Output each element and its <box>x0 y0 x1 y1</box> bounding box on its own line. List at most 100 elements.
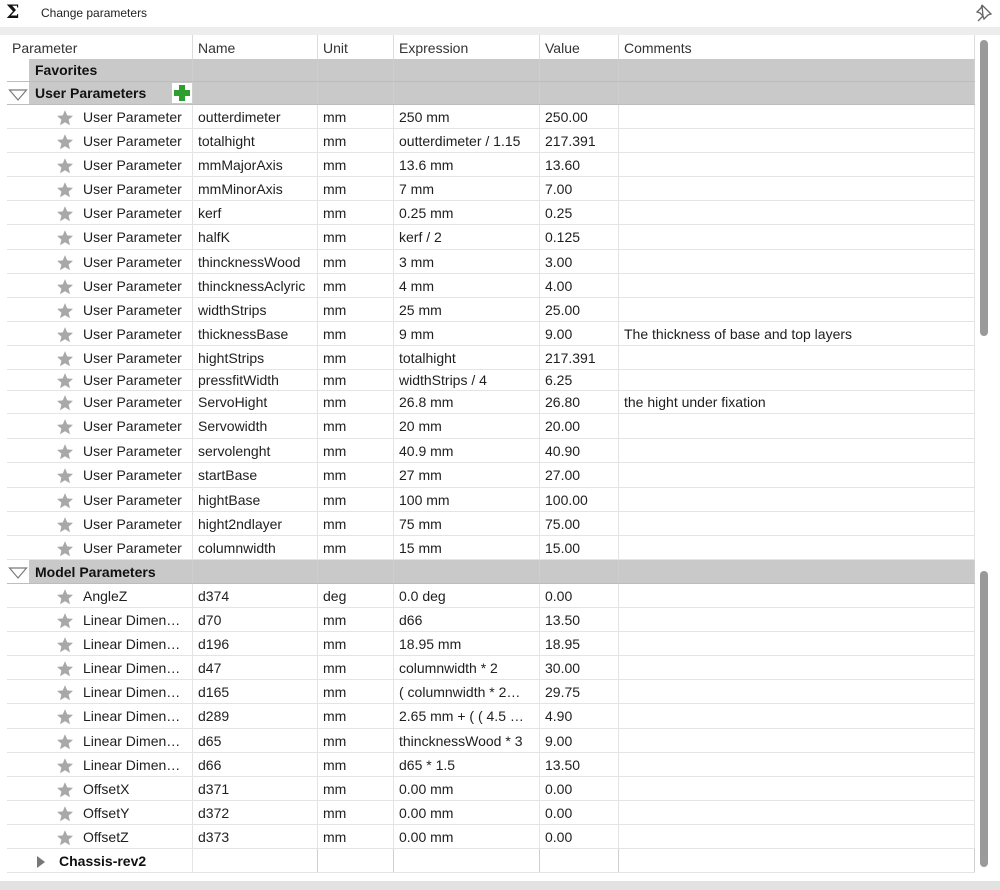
favorite-star-icon[interactable] <box>56 660 74 680</box>
cell-name[interactable]: hightStrips <box>198 350 264 366</box>
user-parameter-row[interactable]: User Parameter hightStrips mm totalhight 217… <box>7 346 975 370</box>
cell-name[interactable]: startBase <box>198 467 257 483</box>
cell-name[interactable]: Servowidth <box>198 418 267 434</box>
cell-expression[interactable]: totalhight <box>399 350 456 366</box>
favorite-star-icon[interactable] <box>56 757 74 777</box>
user-parameter-row[interactable]: User Parameter columnwidth mm 15 mm 15.00 <box>7 536 975 560</box>
favorite-star-icon[interactable] <box>56 418 74 438</box>
favorite-star-icon[interactable] <box>56 781 74 801</box>
user-parameter-row[interactable]: User Parameter halfK mm kerf / 2 0.125 <box>7 225 975 250</box>
vertical-scrollbar[interactable] <box>975 35 1000 873</box>
favorite-star-icon[interactable] <box>56 733 74 753</box>
model-parameter-row[interactable]: Linear Dimen… d70 mm d66 13.50 <box>7 608 975 632</box>
favorite-star-icon[interactable] <box>56 205 74 225</box>
cell-name[interactable]: d47 <box>198 660 221 676</box>
cell-expression[interactable]: d65 * 1.5 <box>399 757 455 773</box>
model-parameter-row[interactable]: Linear Dimen… d47 mm columnwidth * 2 30.00 <box>7 656 975 680</box>
favorite-star-icon[interactable] <box>56 636 74 656</box>
cell-expression[interactable]: ( columnwidth * 2… <box>399 684 520 700</box>
favorite-star-icon[interactable] <box>56 133 74 153</box>
user-parameter-row[interactable]: User Parameter totalhight mm outterdimeter … <box>7 129 975 153</box>
column-header-value[interactable]: Value <box>540 35 619 59</box>
collapsed-triangle-icon[interactable] <box>36 855 46 872</box>
cell-name[interactable]: outterdimeter <box>198 109 280 125</box>
cell-expression[interactable]: 3 mm <box>399 254 434 270</box>
add-user-parameter-plus-icon[interactable] <box>172 83 192 103</box>
cell-name[interactable]: d65 <box>198 733 221 749</box>
cell-name[interactable]: pressfitWidth <box>198 372 279 388</box>
cell-name[interactable]: hightBase <box>198 492 260 508</box>
group-favorites[interactable]: Favorites <box>7 59 975 82</box>
favorite-star-icon[interactable] <box>56 350 74 370</box>
cell-expression[interactable]: 9 mm <box>399 326 434 342</box>
cell-expression[interactable]: 0.0 deg <box>399 588 446 604</box>
user-parameter-row[interactable]: User Parameter hightBase mm 100 mm 100.00 <box>7 488 975 512</box>
cell-expression[interactable]: 40.9 mm <box>399 443 453 459</box>
cell-expression[interactable]: 0.00 mm <box>399 805 453 821</box>
cell-name[interactable]: d373 <box>198 829 229 845</box>
favorite-star-icon[interactable] <box>56 467 74 487</box>
cell-expression[interactable]: 7 mm <box>399 181 434 197</box>
user-parameter-row[interactable]: User Parameter widthStrips mm 25 mm 25.00 <box>7 298 975 322</box>
cell-name[interactable]: hight2ndlayer <box>198 516 282 532</box>
cell-expression[interactable]: 13.6 mm <box>399 157 453 173</box>
cell-name[interactable]: thincknessWood <box>198 254 300 270</box>
cell-name[interactable]: thicknessBase <box>198 326 288 342</box>
user-parameter-row[interactable]: User Parameter thincknessWood mm 3 mm 3.00 <box>7 250 975 274</box>
favorite-star-icon[interactable] <box>56 684 74 704</box>
user-parameter-row[interactable]: User Parameter kerf mm 0.25 mm 0.25 <box>7 201 975 225</box>
favorite-star-icon[interactable] <box>56 443 74 463</box>
model-parameter-row[interactable]: OffsetZ d373 mm 0.00 mm 0.00 <box>7 825 975 849</box>
cell-name[interactable]: totalhight <box>198 133 255 149</box>
cell-name[interactable]: mmMajorAxis <box>198 157 283 173</box>
cell-expression[interactable]: 25 mm <box>399 302 442 318</box>
cell-expression[interactable]: widthStrips / 4 <box>399 372 487 388</box>
cell-name[interactable]: halfK <box>198 229 230 245</box>
column-header-expression[interactable]: Expression <box>394 35 540 59</box>
favorite-star-icon[interactable] <box>56 229 74 249</box>
model-parameter-row[interactable]: Linear Dimen… d289 mm 2.65 mm + ( ( 4.5 … 4.… <box>7 704 975 729</box>
cell-expression[interactable]: columnwidth * 2 <box>399 660 498 676</box>
user-parameter-row[interactable]: User Parameter outterdimeter mm 250 mm 250.0… <box>7 105 975 129</box>
favorite-star-icon[interactable] <box>56 254 74 274</box>
user-parameter-row[interactable]: User Parameter thincknessAclyric mm 4 mm 4.0… <box>7 274 975 298</box>
favorite-star-icon[interactable] <box>56 829 74 849</box>
scrollbar-thumb-upper[interactable] <box>980 40 988 336</box>
cell-name[interactable]: widthStrips <box>198 302 266 318</box>
column-header-comments[interactable]: Comments <box>619 35 975 59</box>
cell-expression[interactable]: 15 mm <box>399 540 442 556</box>
cell-name[interactable]: d70 <box>198 612 221 628</box>
favorite-star-icon[interactable] <box>56 805 74 825</box>
cell-name[interactable]: d196 <box>198 636 229 652</box>
user-parameter-row[interactable]: User Parameter servolenght mm 40.9 mm 40.90 <box>7 439 975 463</box>
cell-name[interactable]: d372 <box>198 805 229 821</box>
favorite-star-icon[interactable] <box>56 278 74 298</box>
favorite-star-icon[interactable] <box>56 588 74 608</box>
cell-comments[interactable]: the hight under fixation <box>624 394 766 410</box>
favorite-star-icon[interactable] <box>56 181 74 201</box>
expand-triangle-icon[interactable] <box>8 566 28 582</box>
group-model-parameters[interactable]: Model Parameters <box>7 560 975 584</box>
favorite-star-icon[interactable] <box>56 394 74 414</box>
cell-name[interactable]: d165 <box>198 684 229 700</box>
model-parameter-row[interactable]: Linear Dimen… d196 mm 18.95 mm 18.95 <box>7 632 975 656</box>
user-parameter-row[interactable]: User Parameter mmMinorAxis mm 7 mm 7.00 <box>7 177 975 201</box>
cell-expression[interactable]: 75 mm <box>399 516 442 532</box>
pin-icon[interactable] <box>972 2 994 27</box>
cell-expression[interactable]: 2.65 mm + ( ( 4.5 … <box>399 708 524 724</box>
model-parameter-row[interactable]: OffsetY d372 mm 0.00 mm 0.00 <box>7 801 975 825</box>
favorite-star-icon[interactable] <box>56 708 74 728</box>
cell-expression[interactable]: 20 mm <box>399 418 442 434</box>
cell-expression[interactable]: 4 mm <box>399 278 434 294</box>
cell-name[interactable]: mmMinorAxis <box>198 181 283 197</box>
cell-expression[interactable]: 27 mm <box>399 467 442 483</box>
scrollbar-thumb-lower[interactable] <box>980 571 988 867</box>
user-parameter-row[interactable]: User Parameter hight2ndlayer mm 75 mm 75.00 <box>7 512 975 536</box>
favorite-star-icon[interactable] <box>56 157 74 177</box>
favorite-star-icon[interactable] <box>56 516 74 536</box>
favorite-star-icon[interactable] <box>56 326 74 346</box>
cell-expression[interactable]: d66 <box>399 612 422 628</box>
cell-name[interactable]: servolenght <box>198 443 270 459</box>
user-parameter-row[interactable]: User Parameter thicknessBase mm 9 mm 9.00 The… <box>7 322 975 346</box>
favorite-star-icon[interactable] <box>56 372 74 392</box>
